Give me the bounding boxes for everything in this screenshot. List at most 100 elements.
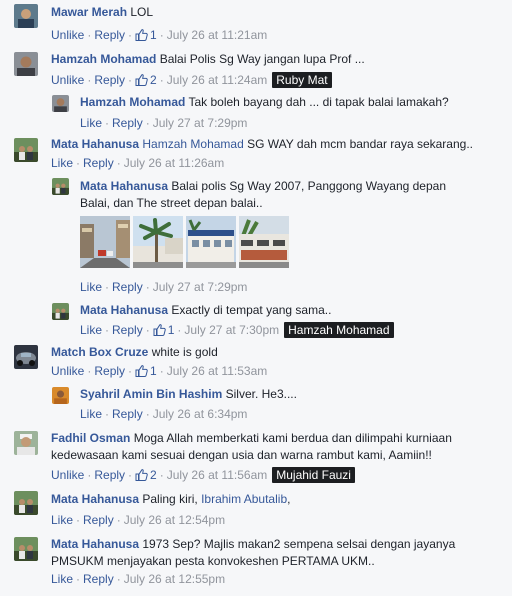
reply-button[interactable]: Reply <box>94 73 125 87</box>
reply-comment: Mata Hahanusa Exactly di tempat yang sam… <box>0 298 512 340</box>
comment-author[interactable]: Mata Hahanusa <box>51 492 139 506</box>
comment-actions: Like · Reply · July 27 at 7:29pm <box>80 280 248 294</box>
thumbs-up-icon <box>135 469 148 481</box>
avatar[interactable] <box>52 95 69 112</box>
comment-text: LOL <box>130 5 154 19</box>
reply-button[interactable]: Reply <box>94 364 125 378</box>
comment-author[interactable]: Fadhil Osman <box>51 431 130 445</box>
comment-text: Paling kiri, <box>142 492 202 506</box>
comment-author[interactable]: Hamzah Mohamad <box>80 95 185 109</box>
comment-actions: Unlike · Reply · 2 · July 26 at 11:56am Mujahid… <box>51 467 355 483</box>
comment-author[interactable]: Match Box Cruze <box>51 345 148 359</box>
mention-link[interactable]: Hamzah Mohamad <box>142 137 243 151</box>
comment-timestamp[interactable]: July 26 at 11:21am <box>167 28 268 42</box>
unlike-button[interactable]: Unlike <box>51 364 84 378</box>
comment-author[interactable]: Syahril Amin Bin Hashim <box>80 387 222 401</box>
reply-comment: Mata Hahanusa Balai polis Sg Way 2007, P… <box>0 174 512 298</box>
like-count[interactable]: 2 <box>135 73 157 87</box>
avatar[interactable] <box>52 387 69 404</box>
comment-timestamp[interactable]: July 26 at 11:53am <box>167 364 268 378</box>
comment-actions: Unlike · Reply · 1 · July 26 at 11:21am <box>51 28 268 42</box>
avatar[interactable] <box>14 138 38 162</box>
comment-author[interactable]: Mawar Merah <box>51 5 127 19</box>
avatar[interactable] <box>14 52 38 76</box>
reply-button[interactable]: Reply <box>94 468 125 482</box>
unlike-button[interactable]: Unlike <box>51 73 84 87</box>
like-button[interactable]: Like <box>80 323 102 337</box>
comment-timestamp[interactable]: July 26 at 12:54pm <box>124 513 225 527</box>
comment-timestamp[interactable]: July 26 at 6:34pm <box>153 407 248 421</box>
avatar[interactable] <box>52 303 69 320</box>
reply-button[interactable]: Reply <box>94 28 125 42</box>
comment-thread: Mawar Merah LOL Unlike · Reply · 1 · July 26 a… <box>0 0 512 596</box>
tagged-user[interactable]: Mujahid Fauzi <box>272 467 355 483</box>
like-button[interactable]: Like <box>80 280 102 294</box>
comment-text: Exactly di tempat yang sama.. <box>171 303 332 317</box>
comment-timestamp[interactable]: July 26 at 11:26am <box>124 156 225 170</box>
comment-timestamp[interactable]: July 27 at 7:29pm <box>153 280 248 294</box>
like-button[interactable]: Like <box>51 513 73 527</box>
like-count[interactable]: 2 <box>135 468 157 482</box>
reply-button[interactable]: Reply <box>112 407 143 421</box>
comment-actions: Like · Reply · July 26 at 11:26am <box>51 156 225 170</box>
avatar[interactable] <box>14 345 38 369</box>
avatar[interactable] <box>52 178 69 195</box>
reply-button[interactable]: Reply <box>83 156 114 170</box>
thumbs-up-icon <box>135 74 148 86</box>
comment-text-end: , <box>287 492 291 506</box>
comment-actions: Unlike · Reply · 2 · July 26 at 11:24am Ruby Ma… <box>51 72 332 88</box>
reply-comment: Syahril Amin Bin Hashim Silver. He3.... … <box>0 382 512 426</box>
comment-text: Balai Polis Sg Way jangan lupa Prof ... <box>159 52 365 66</box>
comment-author[interactable]: Mata Hahanusa <box>51 137 139 151</box>
mention-link[interactable]: Ibrahim Abutalib <box>201 492 287 506</box>
tagged-user[interactable]: Hamzah Mohamad <box>284 322 394 338</box>
like-button[interactable]: Like <box>51 156 73 170</box>
thumbs-up-icon <box>153 324 166 336</box>
thumbs-up-icon <box>135 365 148 377</box>
comment-actions: Like · Reply · July 27 at 7:29pm <box>80 116 248 130</box>
reply-button[interactable]: Reply <box>83 572 114 586</box>
comment-actions: Like · Reply · July 26 at 12:54pm <box>51 513 226 527</box>
tagged-user[interactable]: Ruby Mat <box>272 72 332 88</box>
reply-button[interactable]: Reply <box>112 280 143 294</box>
comment-actions: Like · Reply · July 26 at 6:34pm <box>80 407 248 421</box>
shop-photo[interactable] <box>239 216 289 268</box>
avatar[interactable] <box>14 491 38 515</box>
comment-author[interactable]: Mata Hahanusa <box>80 303 168 317</box>
reply-button[interactable]: Reply <box>83 513 114 527</box>
street-photo[interactable] <box>80 216 130 268</box>
reply-comment: Hamzah Mohamad Tak boleh bayang dah ... … <box>0 90 512 132</box>
unlike-button[interactable]: Unlike <box>51 468 84 482</box>
comment-timestamp[interactable]: July 27 at 7:30pm <box>184 323 279 337</box>
comment-text: Tak boleh bayang dah ... di tapak balai … <box>188 95 449 109</box>
comment-timestamp[interactable]: July 27 at 7:29pm <box>153 116 248 130</box>
like-button[interactable]: Like <box>80 116 102 130</box>
comment-author[interactable]: Mata Hahanusa <box>80 179 168 193</box>
comment-actions: Like · Reply · 1 · July 27 at 7:30pm Hamzah Moh… <box>80 322 394 338</box>
avatar[interactable] <box>14 537 38 561</box>
comment-timestamp[interactable]: July 26 at 11:56am <box>167 468 268 482</box>
like-button[interactable]: Like <box>51 572 73 586</box>
comment-text: SG WAY dah mcm bandar raya sekarang.. <box>247 137 473 151</box>
like-count[interactable]: 1 <box>135 364 157 378</box>
thumbs-up-icon <box>135 29 148 41</box>
avatar[interactable] <box>14 431 38 455</box>
comment-timestamp[interactable]: July 26 at 12:55pm <box>124 572 225 586</box>
like-button[interactable]: Like <box>80 407 102 421</box>
photo-attachments <box>80 216 289 268</box>
comment-text: Silver. He3.... <box>225 387 297 401</box>
comment: Match Box Cruze white is gold Unlike · Rep… <box>0 340 512 382</box>
reply-button[interactable]: Reply <box>112 323 143 337</box>
like-count[interactable]: 1 <box>153 323 174 337</box>
like-count[interactable]: 1 <box>135 28 157 42</box>
comment-author[interactable]: Mata Hahanusa <box>51 537 139 551</box>
unlike-button[interactable]: Unlike <box>51 28 84 42</box>
comment: Mawar Merah LOL Unlike · Reply · 1 · July 26 a… <box>0 0 512 46</box>
comment-timestamp[interactable]: July 26 at 11:24am <box>167 73 268 87</box>
palm-photo[interactable] <box>133 216 183 268</box>
building-photo[interactable] <box>186 216 236 268</box>
comment: Fadhil Osman Moga Allah memberkati kami … <box>0 426 512 486</box>
reply-button[interactable]: Reply <box>112 116 143 130</box>
avatar[interactable] <box>14 4 38 28</box>
comment-author[interactable]: Hamzah Mohamad <box>51 52 156 66</box>
